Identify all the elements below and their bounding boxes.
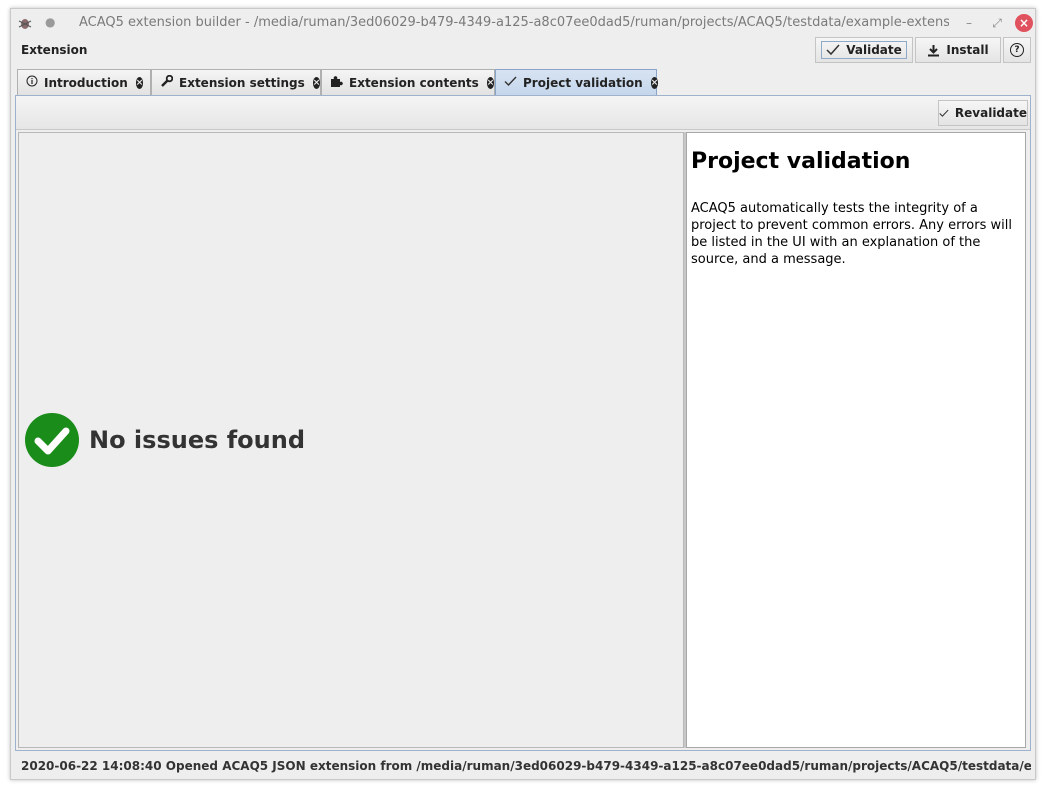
validation-panel: Revalidate No issues found Project valid…	[15, 95, 1031, 751]
tab-extension-settings[interactable]: Extension settings ×	[151, 69, 321, 95]
validate-button[interactable]: Validate	[815, 37, 913, 63]
help-body: ACAQ5 automatically tests the integrity …	[691, 201, 1012, 267]
help-pane: Project validation ACAQ5 automatically t…	[686, 132, 1026, 748]
minimize-icon[interactable]: –	[961, 15, 977, 31]
help-button[interactable]: ?	[1003, 37, 1031, 63]
no-issues-status: No issues found	[25, 413, 305, 467]
window-title: ACAQ5 extension builder - /media/ruman/3…	[79, 15, 949, 30]
install-label: Install	[946, 43, 989, 57]
menu-bar: Extension Validate Install ?	[11, 37, 1035, 65]
tab-project-validation[interactable]: Project validation ×	[495, 69, 659, 95]
help-title: Project validation	[691, 149, 911, 174]
validation-toolbar: Revalidate	[16, 96, 1030, 130]
menu-extension[interactable]: Extension	[21, 43, 87, 57]
validate-label: Validate	[846, 43, 902, 57]
issues-pane: No issues found	[18, 132, 684, 748]
revalidate-button[interactable]: Revalidate	[938, 100, 1028, 126]
status-text: No issues found	[89, 426, 306, 454]
check-icon	[826, 44, 840, 56]
app-window: ● ACAQ5 extension builder - /media/ruman…	[10, 8, 1036, 780]
close-tab-icon[interactable]: ×	[135, 76, 144, 89]
tab-extension-contents[interactable]: Extension contents ×	[321, 69, 495, 95]
tab-introduction[interactable]: Introduction ×	[17, 69, 151, 95]
close-window-icon[interactable]: ×	[1015, 14, 1033, 32]
close-tab-icon[interactable]: ×	[486, 76, 495, 89]
pin-dot-icon[interactable]: ●	[45, 15, 55, 29]
tab-label: Extension settings	[179, 75, 305, 90]
tab-label: Extension contents	[349, 75, 479, 90]
wrench-icon	[160, 74, 174, 91]
title-bar: ● ACAQ5 extension builder - /media/ruman…	[11, 9, 1035, 37]
close-tab-icon[interactable]: ×	[650, 76, 659, 89]
check-icon	[939, 109, 949, 117]
install-button[interactable]: Install	[915, 37, 1001, 63]
download-icon	[928, 44, 940, 56]
puzzle-icon	[330, 75, 343, 91]
maximize-icon[interactable]: ⤢	[989, 15, 1005, 31]
app-bug-icon	[18, 19, 32, 29]
tab-label: Introduction	[44, 75, 128, 90]
revalidate-label: Revalidate	[954, 106, 1027, 120]
info-icon	[26, 75, 38, 90]
status-bar: 2020-06-22 14:08:40 Opened ACAQ5 JSON ex…	[21, 759, 1031, 773]
check-icon	[504, 76, 517, 90]
close-tab-icon[interactable]: ×	[312, 76, 321, 89]
help-icon: ?	[1010, 43, 1024, 57]
tab-label: Project validation	[523, 75, 643, 90]
success-check-icon	[25, 413, 79, 467]
tab-bar: Introduction × Extension settings × Exte…	[11, 67, 1035, 95]
